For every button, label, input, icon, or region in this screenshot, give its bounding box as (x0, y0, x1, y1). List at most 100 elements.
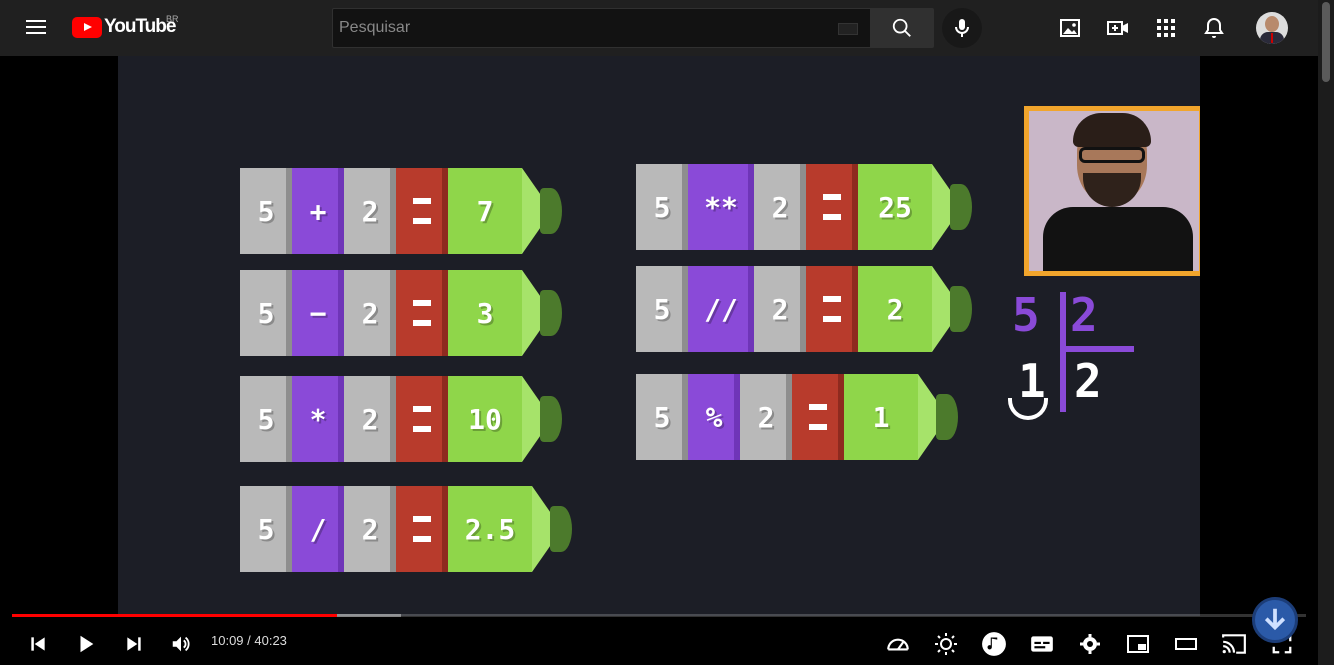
operation-addition: 5 + 2 7 (240, 168, 562, 254)
operator: + (292, 168, 344, 254)
progress-bar[interactable] (12, 614, 1306, 617)
logo-text: YouTube (104, 16, 176, 37)
mic-icon (955, 19, 969, 37)
play-icon (80, 635, 94, 653)
operand-a: 5 (636, 164, 688, 250)
progress-played (12, 614, 337, 617)
quotient: 2 (1074, 354, 1102, 408)
presenter-webcam (1024, 106, 1200, 276)
battery-tip (522, 270, 562, 356)
cast-button[interactable] (1220, 630, 1248, 658)
result: 1 (844, 374, 918, 460)
operation-division: 5 / 2 2.5 (240, 486, 572, 572)
operand-b: 2 (754, 164, 806, 250)
scroll-down-button[interactable] (1252, 597, 1298, 643)
apps-grid-icon[interactable] (1154, 16, 1178, 40)
volume-button[interactable] (167, 630, 195, 658)
operand-b: 2 (344, 168, 396, 254)
operand-a: 5 (240, 376, 292, 462)
operator: * (292, 376, 344, 462)
equals-block (396, 270, 448, 356)
operand-b: 2 (740, 374, 792, 460)
operation-multiplication: 5 * 2 10 (240, 376, 562, 462)
image-icon[interactable] (1058, 16, 1082, 40)
theater-icon (1175, 638, 1197, 650)
video-frame[interactable]: 5 + 2 7 5 − 2 3 5 * 2 10 5 / 2 2.5 5 ** … (118, 56, 1200, 616)
settings-button[interactable] (1076, 630, 1104, 658)
time-display: 10:09 / 40:23 (211, 633, 287, 648)
gear-icon (1080, 634, 1100, 654)
equals-block (806, 164, 858, 250)
battery-tip (918, 374, 958, 460)
result: 2.5 (448, 486, 532, 572)
scrollbar-thumb[interactable] (1322, 2, 1330, 82)
play-button[interactable] (72, 630, 100, 658)
skip-next-icon (127, 637, 141, 651)
equals-block (396, 376, 448, 462)
music-note-icon (982, 632, 1006, 656)
operation-subtraction: 5 − 2 3 (240, 270, 562, 356)
video-player[interactable]: 5 + 2 7 5 − 2 3 5 * 2 10 5 / 2 2.5 5 ** … (0, 56, 1318, 665)
divisor: 2 (1070, 288, 1098, 342)
search-button[interactable] (870, 8, 934, 48)
operator: // (688, 266, 754, 352)
youtube-logo[interactable]: YouTube BR (72, 14, 179, 38)
operation-exponent: 5 ** 2 25 (636, 164, 972, 250)
playback-speed-button[interactable] (884, 630, 912, 658)
operator: ** (688, 164, 754, 250)
equals-block (806, 266, 858, 352)
masthead: YouTube BR (0, 0, 1318, 56)
operator: / (292, 486, 344, 572)
speedometer-icon (887, 638, 909, 651)
search-box (332, 8, 871, 48)
result: 2 (858, 266, 932, 352)
equals-block (396, 168, 448, 254)
bell-icon[interactable] (1202, 16, 1226, 40)
result: 25 (858, 164, 932, 250)
music-button[interactable] (980, 630, 1008, 658)
miniplayer-button[interactable] (1124, 630, 1152, 658)
operation-floor-division: 5 // 2 2 (636, 266, 972, 352)
youtube-play-icon (72, 16, 102, 38)
operation-modulo: 5 % 2 1 (636, 374, 958, 460)
voice-search-button[interactable] (942, 8, 982, 48)
operand-a: 5 (240, 168, 292, 254)
next-button[interactable] (120, 630, 148, 658)
operand-a: 5 (240, 486, 292, 572)
previous-button[interactable] (24, 630, 52, 658)
operand-b: 2 (754, 266, 806, 352)
operator: − (292, 270, 344, 356)
battery-tip (522, 376, 562, 462)
equals-block (396, 486, 448, 572)
keyboard-icon[interactable] (838, 23, 858, 35)
sun-icon (935, 633, 957, 655)
operand-b: 2 (344, 270, 396, 356)
subtitles-icon (1031, 636, 1053, 652)
page-scrollbar[interactable] (1318, 0, 1334, 665)
battery-tip (532, 486, 572, 572)
battery-tip (522, 168, 562, 254)
operand-a: 5 (240, 270, 292, 356)
operand-b: 2 (344, 376, 396, 462)
country-code: BR (166, 14, 179, 24)
menu-icon[interactable] (26, 18, 46, 36)
cast-icon (1222, 634, 1246, 654)
subtitles-button[interactable] (1028, 630, 1056, 658)
result: 10 (448, 376, 522, 462)
avatar[interactable] (1256, 12, 1288, 44)
result: 3 (448, 270, 522, 356)
quality-button[interactable] (932, 630, 960, 658)
operand-a: 5 (636, 266, 688, 352)
battery-tip (932, 164, 972, 250)
theater-mode-button[interactable] (1172, 630, 1200, 658)
create-video-icon[interactable] (1106, 16, 1130, 40)
skip-previous-icon (31, 637, 45, 651)
miniplayer-icon (1127, 635, 1149, 653)
result: 7 (448, 168, 522, 254)
player-controls: 10:09 / 40:23 (0, 624, 1318, 664)
battery-tip (932, 266, 972, 352)
operand-b: 2 (344, 486, 396, 572)
operator: % (688, 374, 740, 460)
search-input[interactable] (333, 9, 870, 47)
search-icon (892, 18, 911, 37)
